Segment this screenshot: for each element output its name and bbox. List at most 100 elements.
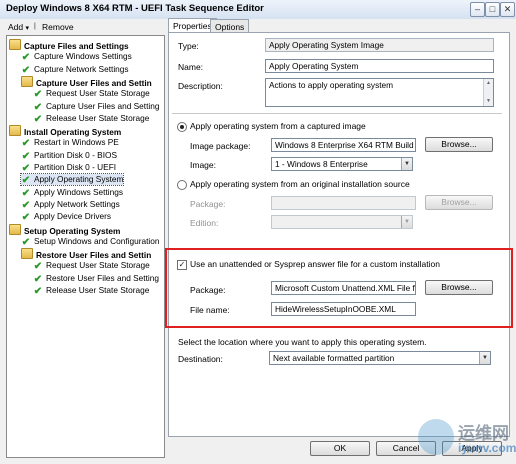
tree-group[interactable]: Setup Operating System bbox=[9, 223, 121, 236]
tree-item-label: Setup Operating System bbox=[24, 225, 121, 236]
add-button[interactable]: Add ▾ bbox=[4, 20, 33, 34]
checkmark-icon: ✔ bbox=[21, 175, 31, 187]
divider bbox=[172, 113, 502, 114]
image-select-value: 1 - Windows 8 Enterprise bbox=[275, 159, 368, 169]
checkmark-icon: ✔ bbox=[21, 236, 31, 248]
edition-label: Edition: bbox=[190, 218, 219, 228]
tree-item-label: Restore User Files and Settin bbox=[36, 250, 152, 261]
tree-step[interactable]: ✔ Restart in Windows PE bbox=[21, 137, 119, 150]
image-package-field: Windows 8 Enterprise X64 RTM Build 9 bbox=[271, 138, 416, 152]
ok-button[interactable]: OK bbox=[310, 441, 370, 456]
folder-icon bbox=[21, 75, 33, 87]
tree-group[interactable]: Capture Files and Settings bbox=[9, 39, 129, 51]
scroll-down-icon[interactable]: ▼ bbox=[484, 97, 493, 105]
folder-icon bbox=[9, 125, 21, 137]
remove-button[interactable]: Remove bbox=[38, 20, 78, 34]
tree-step[interactable]: ✔ Apply Network Settings bbox=[21, 199, 120, 211]
package-browse-button[interactable]: Browse... bbox=[425, 195, 493, 210]
location-text: Select the location where you want to ap… bbox=[178, 337, 427, 347]
tree-step[interactable]: ✔ Release User State Storage bbox=[33, 285, 150, 297]
tree-step[interactable]: ✔ Setup Windows and Configuration bbox=[21, 235, 160, 248]
tree-item-label: Request User State Storage bbox=[46, 88, 150, 99]
tree-step[interactable]: ✔ Capture User Files and Setting bbox=[33, 100, 160, 113]
tree-step[interactable]: ✔ Apply Device Drivers bbox=[21, 211, 111, 224]
tree-step[interactable]: ✔ Apply Windows Settings bbox=[21, 186, 124, 199]
close-icon[interactable]: ✕ bbox=[500, 2, 515, 17]
description-input[interactable]: Actions to apply operating system ▲ ▼ bbox=[265, 78, 494, 107]
tree-step[interactable]: ✔ Request User State Storage bbox=[33, 260, 150, 273]
scroll-up-icon[interactable]: ▲ bbox=[484, 79, 493, 87]
tree-step[interactable]: ✔ Release User State Storage bbox=[33, 112, 150, 125]
image-select[interactable]: 1 - Windows 8 Enterprise ▼ bbox=[271, 157, 413, 171]
edition-select[interactable]: ▼ bbox=[271, 215, 413, 229]
destination-select[interactable]: Next available formatted partition ▼ bbox=[269, 351, 491, 365]
checkmark-icon: ✔ bbox=[21, 52, 31, 64]
image-browse-button[interactable]: Browse... bbox=[425, 137, 493, 152]
tree-step[interactable]: ✔ Apply Operating System bbox=[19, 173, 125, 187]
checkmark-icon: ✔ bbox=[21, 199, 31, 211]
minimize-icon[interactable]: – bbox=[470, 2, 485, 17]
destination-label: Destination: bbox=[178, 354, 223, 364]
apply-button[interactable]: Apply bbox=[442, 441, 502, 456]
checkmark-icon: ✔ bbox=[21, 163, 31, 174]
tree-item-label: Apply Windows Settings bbox=[34, 186, 124, 197]
original-source-label: Apply operating system from an original … bbox=[190, 179, 410, 189]
chevron-down-icon[interactable]: ▼ bbox=[401, 158, 412, 170]
tree-item-label: Restart in Windows PE bbox=[34, 137, 119, 148]
tree-step[interactable]: ✔ Partition Disk 0 - BIOS bbox=[21, 149, 117, 162]
checkmark-icon: ✔ bbox=[33, 286, 43, 297]
tree-item-label: Apply Device Drivers bbox=[34, 211, 111, 222]
add-label: Add bbox=[8, 22, 24, 32]
checkmark-icon: ✔ bbox=[33, 101, 43, 113]
checkmark-icon: ✔ bbox=[21, 138, 31, 150]
folder-icon bbox=[9, 223, 21, 235]
window-title: Deploy Windows 8 X64 RTM - UEFI Task Seq… bbox=[6, 3, 264, 14]
package-field bbox=[271, 196, 416, 210]
checkmark-icon: ✔ bbox=[21, 187, 31, 199]
tree-step[interactable]: ✔ Capture Windows Settings bbox=[21, 51, 132, 64]
folder-icon bbox=[9, 39, 21, 50]
chevron-down-icon[interactable]: ▼ bbox=[401, 216, 412, 228]
checkmark-icon: ✔ bbox=[33, 113, 43, 125]
tree-item-label: Capture User Files and Setting bbox=[46, 100, 160, 111]
name-input[interactable]: Apply Operating System bbox=[265, 59, 494, 73]
type-field: Apply Operating System Image bbox=[265, 38, 494, 52]
original-source-radio[interactable] bbox=[177, 180, 187, 190]
description-scrollbar[interactable]: ▲ ▼ bbox=[483, 79, 493, 106]
package-label: Package: bbox=[190, 199, 226, 209]
tree-group[interactable]: Install Operating System bbox=[9, 125, 122, 138]
tree-step[interactable]: ✔ Request User State Storage bbox=[33, 88, 150, 100]
tree-group[interactable]: Capture User Files and Settin bbox=[21, 75, 152, 88]
tree-step[interactable]: ✔ Restore User Files and Setting bbox=[33, 272, 159, 285]
highlight-box bbox=[165, 248, 513, 328]
tree-item-label: Partition Disk 0 - BIOS bbox=[34, 149, 117, 160]
checkmark-icon: ✔ bbox=[21, 150, 31, 162]
toolbar: Add ▾ | Remove bbox=[0, 19, 163, 35]
type-label: Type: bbox=[178, 41, 199, 51]
description-label: Description: bbox=[178, 81, 223, 91]
tree-item-label: Release User State Storage bbox=[46, 112, 150, 123]
dropdown-arrow-icon: ▾ bbox=[25, 25, 30, 32]
checkmark-icon: ✔ bbox=[21, 212, 31, 224]
chevron-down-icon[interactable]: ▼ bbox=[479, 352, 490, 364]
tree-item-label: Apply Operating System bbox=[34, 174, 124, 185]
cancel-button[interactable]: Cancel bbox=[376, 441, 436, 456]
tree-step[interactable]: ✔ Partition Disk 0 - UEFI bbox=[21, 162, 117, 174]
tree-step[interactable]: ✔ Capture Network Settings bbox=[21, 64, 129, 76]
checkmark-icon: ✔ bbox=[33, 273, 43, 285]
tree-group[interactable]: Restore User Files and Settin bbox=[21, 248, 152, 261]
tree-item-label: Install Operating System bbox=[24, 127, 122, 138]
task-sequence-tree[interactable]: Capture Files and Settings ✔ Capture Windo… bbox=[6, 35, 165, 458]
captured-image-radio[interactable] bbox=[177, 122, 187, 132]
tree-item-label: Restore User Files and Setting bbox=[46, 272, 159, 283]
tree-item-label: Capture Files and Settings bbox=[24, 41, 129, 51]
image-package-label: Image package: bbox=[190, 141, 251, 151]
maximize-icon[interactable]: □ bbox=[485, 2, 500, 17]
checkmark-icon: ✔ bbox=[33, 261, 43, 273]
folder-icon bbox=[21, 248, 33, 260]
tree-item-label: Partition Disk 0 - UEFI bbox=[34, 162, 117, 172]
checkmark-icon: ✔ bbox=[21, 64, 31, 76]
name-label: Name: bbox=[178, 62, 204, 72]
tree-item-label: Setup Windows and Configuration bbox=[34, 235, 160, 246]
radio-selected-dot bbox=[180, 125, 184, 129]
